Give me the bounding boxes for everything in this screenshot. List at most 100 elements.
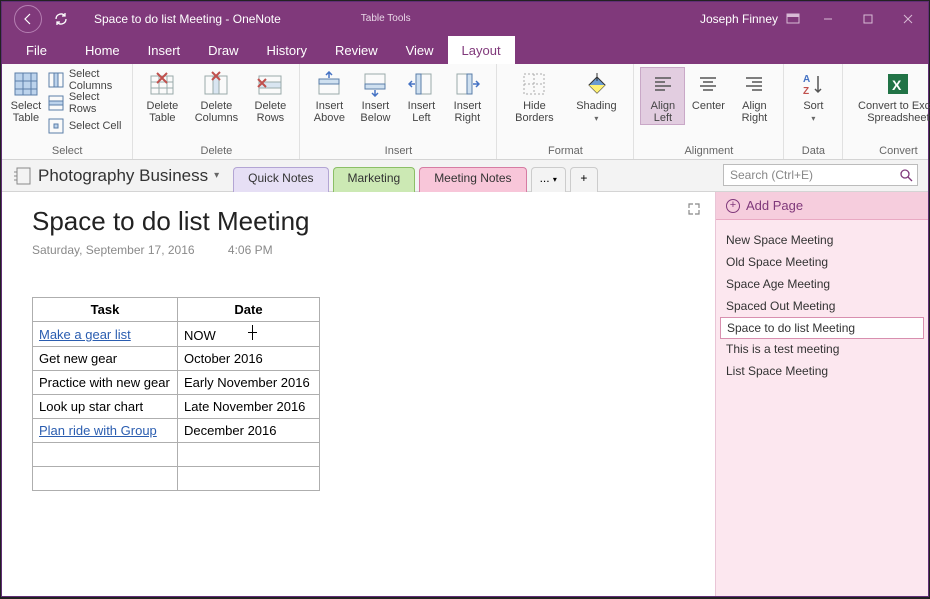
user-name[interactable]: Joseph Finney: [700, 12, 778, 26]
plus-icon: +: [726, 199, 740, 213]
table-row[interactable]: Look up star chartLate November 2016: [33, 395, 320, 419]
task-link[interactable]: Make a gear list: [39, 327, 131, 342]
insert-above-button[interactable]: InsertAbove: [306, 67, 352, 124]
insert-right-button[interactable]: InsertRight: [444, 67, 490, 124]
close-button[interactable]: [888, 2, 928, 36]
tab-view[interactable]: View: [392, 36, 448, 64]
page-list-item[interactable]: This is a test meeting: [716, 339, 928, 361]
align-center-button[interactable]: Center: [685, 67, 731, 125]
insert-below-button[interactable]: InsertBelow: [352, 67, 398, 124]
page-list-item[interactable]: Old Space Meeting: [716, 252, 928, 274]
hide-borders-button[interactable]: HideBorders: [503, 67, 565, 125]
tab-layout[interactable]: Layout: [448, 36, 515, 64]
section-quick-notes[interactable]: Quick Notes: [233, 167, 328, 192]
tab-review[interactable]: Review: [321, 36, 392, 64]
tab-file[interactable]: File: [12, 36, 61, 64]
table-cell-task[interactable]: [33, 443, 178, 467]
table-header-task[interactable]: Task: [33, 298, 178, 322]
table-row[interactable]: Get new gearOctober 2016: [33, 347, 320, 371]
page-list-item[interactable]: Space to do list Meeting: [720, 317, 924, 339]
table-cell-date[interactable]: [178, 467, 320, 491]
page-time[interactable]: 4:06 PM: [228, 243, 273, 257]
table-select-icon: [12, 70, 40, 98]
page-date[interactable]: Saturday, September 17, 2016: [32, 243, 195, 257]
table-cell-date[interactable]: December 2016: [178, 419, 320, 443]
sync-icon[interactable]: [50, 8, 72, 30]
maximize-button[interactable]: [848, 2, 888, 36]
notebook-bar: Photography Business ▾ Quick Notes Marke…: [2, 160, 928, 192]
page-list-item[interactable]: Space Age Meeting: [716, 274, 928, 296]
insert-left-icon: [407, 70, 435, 98]
table-row[interactable]: [33, 443, 320, 467]
ribbon: SelectTable Select Columns Select Rows S…: [2, 64, 928, 160]
align-left-icon: [649, 70, 677, 98]
section-meeting-notes[interactable]: Meeting Notes: [419, 167, 526, 192]
search-input[interactable]: Search (Ctrl+E): [723, 164, 918, 186]
group-format: HideBorders Shading▾ Format: [497, 64, 634, 159]
table-row[interactable]: [33, 467, 320, 491]
section-marketing[interactable]: Marketing: [333, 167, 416, 192]
fullscreen-icon[interactable]: [687, 202, 701, 216]
sort-button[interactable]: AZ Sort▾: [790, 67, 836, 125]
select-rows-button[interactable]: Select Rows: [44, 92, 127, 113]
table-row[interactable]: Make a gear list NOW: [33, 322, 320, 347]
align-left-button[interactable]: AlignLeft: [640, 67, 685, 125]
page-list-pane: + Add Page New Space MeetingOld Space Me…: [715, 192, 928, 596]
table-cell-task[interactable]: [33, 467, 178, 491]
note-table[interactable]: Task Date Make a gear list NOW Get new ge…: [32, 297, 320, 491]
tab-home[interactable]: Home: [71, 36, 134, 64]
page-canvas[interactable]: Space to do list Meeting Saturday, Septe…: [2, 192, 715, 596]
onenote-window: Space to do list Meeting - OneNote Table…: [1, 1, 929, 597]
add-page-button[interactable]: + Add Page: [716, 192, 928, 220]
page-list-item[interactable]: New Space Meeting: [716, 230, 928, 252]
sort-icon: AZ: [799, 70, 827, 98]
table-cell-date[interactable]: October 2016: [178, 347, 320, 371]
table-cell-task[interactable]: Look up star chart: [33, 395, 178, 419]
delete-table-button[interactable]: DeleteTable: [139, 67, 185, 124]
select-columns-button[interactable]: Select Columns: [44, 69, 127, 90]
select-cell-button[interactable]: Select Cell: [44, 115, 127, 136]
table-cell-date[interactable]: [178, 443, 320, 467]
minimize-button[interactable]: [808, 2, 848, 36]
section-add[interactable]: +: [570, 167, 598, 192]
table-cell-task[interactable]: Practice with new gear: [33, 371, 178, 395]
align-right-button[interactable]: AlignRight: [731, 67, 777, 125]
delete-columns-button[interactable]: DeleteColumns: [185, 67, 247, 124]
page-list-item[interactable]: List Space Meeting: [716, 361, 928, 383]
select-columns-icon: [48, 72, 64, 88]
delete-rows-button[interactable]: DeleteRows: [247, 67, 293, 124]
back-button[interactable]: [14, 5, 42, 33]
titlebar: Space to do list Meeting - OneNote Table…: [2, 2, 928, 36]
table-row[interactable]: Plan ride with Group December 2016: [33, 419, 320, 443]
convert-to-excel-button[interactable]: X Convert to ExcelSpreadsheet: [849, 67, 930, 124]
table-cell-date[interactable]: NOW: [178, 322, 320, 347]
table-cell-task[interactable]: Get new gear: [33, 347, 178, 371]
notebook-selector[interactable]: Photography Business ▾: [2, 160, 227, 191]
select-table-button[interactable]: SelectTable: [8, 67, 44, 136]
table-header-date[interactable]: Date: [178, 298, 320, 322]
page-title[interactable]: Space to do list Meeting: [32, 206, 715, 237]
ribbon-tabs: File Home Insert Draw History Review Vie…: [2, 36, 928, 64]
table-cell-task[interactable]: Make a gear list: [33, 322, 178, 347]
chevron-down-icon: ▾: [811, 114, 815, 123]
group-insert: InsertAbove InsertBelow InsertLeft Inser…: [300, 64, 497, 159]
page-meta: Saturday, September 17, 2016 4:06 PM: [32, 243, 715, 257]
text-cursor: [252, 325, 253, 340]
tab-history[interactable]: History: [253, 36, 321, 64]
shading-button[interactable]: Shading▾: [565, 67, 627, 125]
hide-borders-icon: [520, 70, 548, 98]
table-cell-task[interactable]: Plan ride with Group: [33, 419, 178, 443]
insert-left-button[interactable]: InsertLeft: [398, 67, 444, 124]
section-tabs: Quick Notes Marketing Meeting Notes ... …: [233, 160, 602, 191]
ribbon-display-options-icon[interactable]: [783, 9, 803, 29]
table-cell-date[interactable]: Early November 2016: [178, 371, 320, 395]
tab-insert[interactable]: Insert: [134, 36, 195, 64]
table-cell-date[interactable]: Late November 2016: [178, 395, 320, 419]
section-more[interactable]: ... ▾: [531, 167, 566, 192]
page-list-item[interactable]: Spaced Out Meeting: [716, 296, 928, 318]
table-row[interactable]: Practice with new gearEarly November 201…: [33, 371, 320, 395]
window-title: Space to do list Meeting - OneNote: [94, 12, 281, 26]
tab-draw[interactable]: Draw: [194, 36, 252, 64]
group-select: SelectTable Select Columns Select Rows S…: [2, 64, 133, 159]
task-link[interactable]: Plan ride with Group: [39, 423, 157, 438]
